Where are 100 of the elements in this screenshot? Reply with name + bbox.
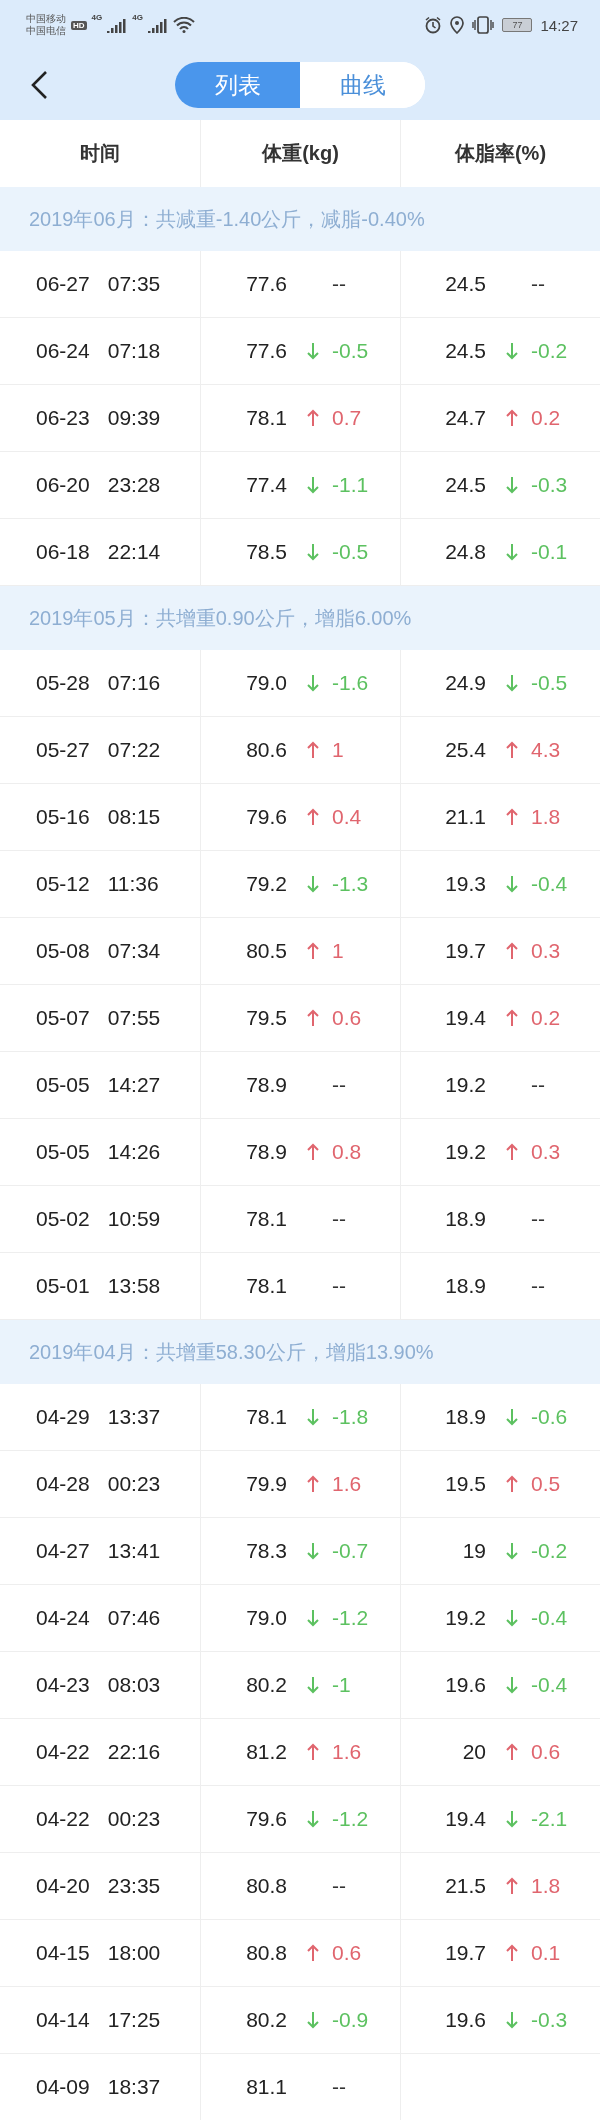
value-text: 79.0 (245, 1606, 287, 1630)
up-arrow-icon (505, 1143, 519, 1161)
down-arrow-icon (505, 875, 519, 893)
date-text: 06-23 (36, 406, 90, 430)
change-text: -- (531, 272, 545, 296)
date-text: 06-24 (36, 339, 90, 363)
date-text: 06-27 (36, 272, 90, 296)
value-text: 78.9 (245, 1073, 287, 1097)
value-text: 78.1 (245, 1405, 287, 1429)
down-arrow-icon (505, 1810, 519, 1828)
down-arrow-icon (505, 1408, 519, 1426)
change-text: -0.2 (531, 1539, 568, 1563)
change-text: 1 (332, 939, 344, 963)
date-text: 04-29 (36, 1405, 90, 1429)
change-text: 0.7 (332, 406, 362, 430)
date-text: 06-18 (36, 540, 90, 564)
date-text: 04-24 (36, 1606, 90, 1630)
change-text: -- (531, 1073, 545, 1097)
value-text: 21.1 (444, 805, 486, 829)
down-arrow-icon (306, 2011, 320, 2029)
change-text: -1 (332, 1673, 351, 1697)
value-text: 24.5 (444, 339, 486, 363)
change-text: -- (531, 1207, 545, 1231)
down-arrow-icon (505, 1542, 519, 1560)
time-text: 07:46 (107, 1606, 161, 1630)
time-text: 22:16 (107, 1740, 161, 1764)
value-text: 80.8 (245, 1874, 287, 1898)
change-text: -1.2 (332, 1807, 369, 1831)
change-text: 1.6 (332, 1472, 362, 1496)
value-text: 78.1 (245, 1274, 287, 1298)
date-text: 05-16 (36, 805, 90, 829)
time-text: 23:35 (107, 1874, 161, 1898)
date-text: 04-22 (36, 1740, 90, 1764)
down-arrow-icon (306, 476, 320, 494)
change-text: 0.5 (531, 1472, 561, 1496)
date-text: 04-09 (36, 2075, 90, 2099)
value-text: 18.9 (444, 1405, 486, 1429)
value-text: 80.6 (245, 738, 287, 762)
time-text: 08:15 (107, 805, 161, 829)
time-text: 18:37 (107, 2075, 161, 2099)
change-text: -0.2 (531, 339, 568, 363)
down-arrow-icon (306, 1810, 320, 1828)
value-text: 78.3 (245, 1539, 287, 1563)
time-text: 11:36 (107, 872, 159, 896)
time-text: 13:41 (107, 1539, 161, 1563)
date-text: 06-20 (36, 473, 90, 497)
value-text: 19.4 (444, 1807, 486, 1831)
time-text: 14:26 (107, 1140, 161, 1164)
change-text: -2.1 (531, 1807, 568, 1831)
change-text: -0.4 (531, 1606, 568, 1630)
change-text: 0.2 (531, 1006, 561, 1030)
column-header: 时间 (79, 141, 121, 166)
month-summary: 2019年06月：共减重-1.40公斤，减脂-0.40% (29, 206, 425, 232)
date-text: 04-23 (36, 1673, 90, 1697)
down-arrow-icon (306, 875, 320, 893)
value-text: 19.5 (444, 1472, 486, 1496)
change-text: 1.8 (531, 1874, 561, 1898)
carrier-name: 中国移动 (26, 13, 66, 25)
down-arrow-icon (505, 476, 519, 494)
change-text: -1.8 (332, 1405, 369, 1429)
value-text: 79.6 (245, 1807, 287, 1831)
up-arrow-icon (505, 741, 519, 759)
value-text: 79.0 (245, 671, 287, 695)
change-text: -0.3 (531, 2008, 568, 2032)
change-text: -- (531, 1274, 545, 1298)
down-arrow-icon (306, 674, 320, 692)
up-arrow-icon (306, 1743, 320, 1761)
value-text: 19.6 (444, 2008, 486, 2032)
up-arrow-icon (306, 409, 320, 427)
date-text: 05-28 (36, 671, 90, 695)
down-arrow-icon (306, 1676, 320, 1694)
up-arrow-icon (505, 808, 519, 826)
date-text: 04-15 (36, 1941, 90, 1965)
change-text: -0.1 (531, 540, 568, 564)
carrier-name: 中国电信 (26, 25, 66, 37)
down-arrow-icon (306, 1609, 320, 1627)
up-arrow-icon (505, 1475, 519, 1493)
time-text: 10:59 (107, 1207, 161, 1231)
month-summary: 2019年04月：共增重58.30公斤，增脂13.90% (29, 1339, 434, 1365)
value-text: 80.8 (245, 1941, 287, 1965)
change-text: -0.5 (531, 671, 568, 695)
value-text: 78.1 (245, 406, 287, 430)
value-text: 19.7 (444, 939, 486, 963)
up-arrow-icon (505, 409, 519, 427)
change-text: -- (332, 1274, 346, 1298)
date-text: 04-28 (36, 1472, 90, 1496)
view-tab[interactable]: 列表 (175, 62, 300, 108)
signal-icon (147, 17, 168, 33)
change-text: -0.5 (332, 540, 369, 564)
change-text: -- (332, 1207, 346, 1231)
change-text: -- (332, 1874, 346, 1898)
value-text: 19.2 (444, 1140, 486, 1164)
vibrate-icon (472, 16, 495, 34)
alarm-icon (424, 16, 443, 34)
down-arrow-icon (505, 1676, 519, 1694)
wifi-icon (172, 17, 195, 33)
down-arrow-icon (505, 342, 519, 360)
change-text: 1.8 (531, 805, 561, 829)
time-text: 23:28 (107, 473, 161, 497)
network-type: 4G (91, 13, 103, 22)
